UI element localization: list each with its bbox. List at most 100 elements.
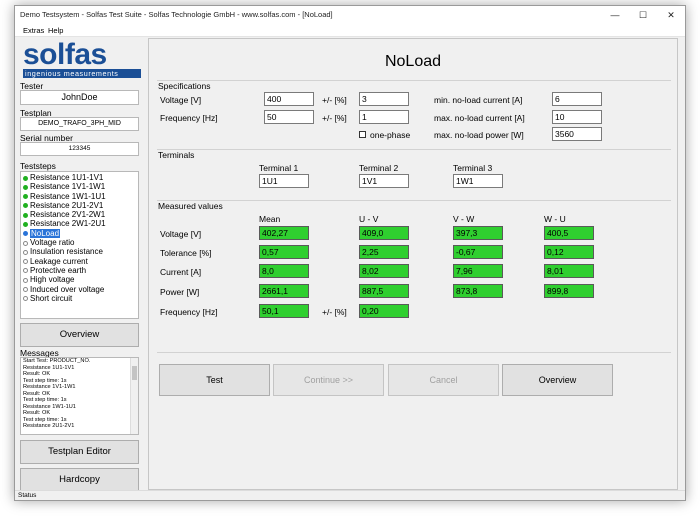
testplan-field[interactable]: DEMO_TRAFO_3PH_MID [20,117,139,131]
max-power-label: max. no-load power [W] [434,130,524,140]
status-dot-icon [23,277,28,283]
page-title: NoLoad [384,53,442,70]
teststep-item[interactable]: NoLoad [21,228,138,238]
teststep-item[interactable]: Resistance 1W1-1U1 [21,192,138,201]
status-dot-icon [23,184,28,190]
terminal-1-input[interactable]: 1U1 [259,174,309,188]
terminal-3-input[interactable]: 1W1 [453,174,503,188]
cancel-button[interactable]: Cancel [388,364,499,396]
specifications-title: Specifications [158,81,211,91]
teststep-item[interactable]: Short circuit [21,294,138,303]
tolerance-mean-value: 0,57 [259,245,309,259]
current-vw-value: 7,96 [453,264,503,278]
testplan-editor-button[interactable]: Testplan Editor [20,440,139,464]
min-current-label: min. no-load current [A] [434,95,523,105]
terminal-2-label: Terminal 2 [359,163,399,173]
status-bar: Status [15,490,685,500]
current-mean-value: 8,0 [259,264,309,278]
app-window: Demo Testsystem - Solfas Test Suite - So… [14,5,686,501]
logo-tagline: ingenious measurements [23,69,141,78]
messages-scrollbar[interactable] [130,358,138,434]
col-header-mean: Mean [259,214,281,224]
teststeps-list[interactable]: Resistance 1U1-1V1 Resistance 1V1-1W1 Resi… [20,171,139,319]
teststep-item[interactable]: Resistance 1V1-1W1 [21,182,138,191]
spec-voltage-label: Voltage [V] [160,95,202,105]
minimize-icon[interactable]: — [601,6,629,24]
teststep-label: Leakage current [30,256,88,266]
power-vw-value: 873,8 [453,284,503,298]
one-phase-label: one-phase [370,130,411,140]
meas-frequency-tol-label: +/- [%] [322,307,347,317]
teststep-item[interactable]: Voltage ratio [21,238,138,247]
spec-frequency-input[interactable]: 50 [264,110,314,124]
status-dot-icon [23,259,28,265]
meas-power-label: Power [W] [160,287,200,297]
status-dot-icon [23,249,28,255]
continue-button[interactable]: Continue >> [273,364,384,396]
teststep-item[interactable]: Resistance 2V1-2W1 [21,210,138,219]
teststep-item[interactable]: Resistance 2U1-2V1 [21,201,138,210]
serial-field[interactable]: 123345 [20,142,139,156]
spec-voltage-input[interactable]: 400 [264,92,314,106]
teststep-label: Voltage ratio [30,238,75,248]
window-title: Demo Testsystem - Solfas Test Suite - So… [20,10,333,19]
max-current-input[interactable]: 10 [552,110,602,124]
hardcopy-button[interactable]: Hardcopy [20,468,139,492]
messages-scroll-thumb[interactable] [132,366,137,380]
title-bar: Demo Testsystem - Solfas Test Suite - So… [15,6,685,24]
max-power-input[interactable]: 3560 [552,127,602,141]
menu-extras[interactable]: Extras [23,26,44,35]
teststep-label: Resistance 1V1-1W1 [30,182,106,192]
teststep-label: High voltage [30,275,75,285]
logo-brand: solfas [23,38,107,71]
teststep-label: Resistance 1W1-1U1 [30,191,106,201]
terminals-title: Terminals [158,150,195,160]
teststep-label: Resistance 2W1-2U1 [30,219,106,229]
overview-side-button[interactable]: Overview [20,323,139,347]
power-wu-value: 899,8 [544,284,594,298]
spec-frequency-tol-input[interactable]: 1 [359,110,409,124]
teststep-item[interactable]: Resistance 1U1-1V1 [21,173,138,182]
tester-field[interactable]: JohnDoe [20,90,139,105]
teststep-item[interactable]: Protective earth [21,266,138,275]
meas-tolerance-label: Tolerance [%] [160,248,212,258]
voltage-uv-value: 409,0 [359,226,409,240]
voltage-vw-value: 397,3 [453,226,503,240]
status-dot-icon [23,231,28,237]
voltage-wu-value: 400,5 [544,226,594,240]
maximize-icon[interactable]: ☐ [629,6,657,24]
voltage-mean-value: 402,27 [259,226,309,240]
sidebar: solfas ingenious measurements Tester Joh… [19,38,143,492]
teststep-label: Induced over voltage [30,284,105,294]
meas-current-label: Current [A] [160,267,202,277]
one-phase-checkbox[interactable] [359,131,366,138]
tolerance-vw-value: -0,67 [453,245,503,259]
meas-voltage-label: Voltage [V] [160,229,202,239]
teststep-label: Insulation resistance [30,247,103,257]
test-button[interactable]: Test [159,364,270,396]
main-panel: NoLoad Specifications Voltage [V] 400 +/… [148,38,678,490]
teststep-item[interactable]: Insulation resistance [21,247,138,256]
teststep-item[interactable]: High voltage [21,275,138,284]
close-icon[interactable]: ✕ [657,6,685,24]
teststep-item[interactable]: Resistance 2W1-2U1 [21,219,138,228]
status-dot-icon [23,203,28,209]
menu-help[interactable]: Help [48,26,63,35]
teststep-label: Protective earth [30,265,87,275]
overview-button[interactable]: Overview [502,364,613,396]
spec-voltage-tol-input[interactable]: 3 [359,92,409,106]
specifications-group: Specifications Voltage [V] 400 +/- [%] 3… [157,80,671,142]
measured-values-group: Measured values Mean U - V V - W W - U V… [157,200,671,342]
button-divider [157,352,671,353]
teststep-item[interactable]: Leakage current [21,257,138,266]
status-dot-icon [23,194,28,200]
teststep-item[interactable]: Induced over voltage [21,285,138,294]
terminal-2-input[interactable]: 1V1 [359,174,409,188]
tolerance-wu-value: 0,12 [544,245,594,259]
solfas-logo: solfas ingenious measurements [23,38,141,78]
min-current-input[interactable]: 6 [552,92,602,106]
status-dot-icon [23,212,28,218]
status-dot-icon [23,296,28,302]
messages-list[interactable]: Start Test: PRODUCT_NO. Resistance 1U1-1V… [20,357,139,435]
col-header-wu: W - U [544,214,566,224]
